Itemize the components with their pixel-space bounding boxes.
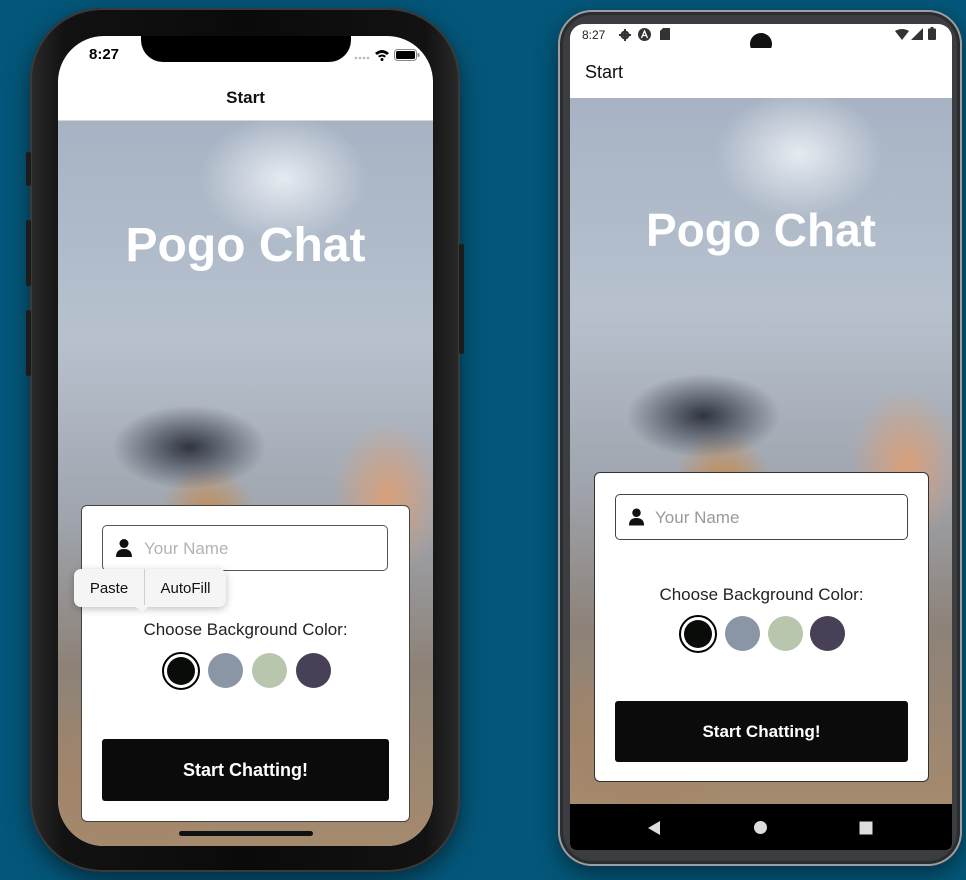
back-triangle-icon[interactable]	[647, 820, 661, 836]
ios-choose-color-label: Choose Background Color:	[143, 620, 348, 639]
android-color-swatch-purple[interactable]	[810, 616, 845, 651]
ios-app-title: Pogo Chat	[125, 219, 366, 272]
iphone-volume-up-button	[26, 220, 31, 286]
iphone-side-button	[26, 152, 31, 186]
ios-autofill-menu-item[interactable]: AutoFill	[145, 569, 226, 607]
android-color-swatch-black-fill	[684, 620, 712, 648]
android-start-form-card: Your Name Choose Background Color: Start…	[594, 472, 929, 782]
app-a-icon	[638, 28, 651, 41]
android-app-header: Start	[570, 48, 952, 98]
ios-status-time: 8:27	[89, 46, 120, 63]
wifi-icon	[375, 50, 389, 61]
ios-home-indicator[interactable]	[179, 831, 313, 836]
ios-background-photo: Pogo Chat Your Name Choose Background Co…	[58, 121, 433, 846]
android-app-title: Pogo Chat	[646, 204, 876, 256]
android-name-placeholder: Your Name	[655, 508, 740, 527]
ios-color-swatch-black[interactable]	[162, 652, 200, 690]
recents-square-icon[interactable]	[859, 821, 873, 835]
ios-status-bar: 8:27	[58, 36, 433, 80]
ios-color-swatch-gray[interactable]	[208, 653, 243, 688]
android-color-swatch-green[interactable]	[768, 616, 803, 651]
iphone-screen: 8:27 Start Pogo Chat Your Name Choose Ba…	[58, 36, 433, 846]
person-icon	[628, 508, 645, 526]
battery-icon	[394, 49, 420, 61]
ios-header-title: Start	[226, 88, 265, 107]
settings-gear-icon	[619, 29, 631, 41]
android-name-input[interactable]: Your Name	[615, 494, 908, 540]
android-start-chatting-button[interactable]: Start Chatting!	[615, 701, 908, 762]
sd-card-icon	[660, 28, 670, 40]
ios-name-placeholder: Your Name	[144, 539, 229, 558]
android-color-swatch-black[interactable]	[679, 615, 717, 653]
ios-color-swatch-green[interactable]	[252, 653, 287, 688]
wifi-icon	[895, 29, 909, 40]
ios-name-input[interactable]: Your Name	[102, 525, 388, 571]
android-navigation-bar	[570, 804, 952, 850]
ios-navigation-header: Start	[58, 80, 433, 121]
ios-color-swatch-black-fill	[167, 657, 195, 685]
cell-signal-icon	[911, 28, 923, 40]
android-header-title: Start	[585, 62, 624, 82]
person-icon	[116, 539, 132, 557]
android-choose-color-label: Choose Background Color:	[659, 585, 864, 604]
ios-color-swatch-purple[interactable]	[296, 653, 331, 688]
battery-icon	[928, 27, 936, 40]
android-status-bar: 8:27	[570, 24, 952, 55]
iphone-volume-down-button	[26, 310, 31, 376]
ios-notch	[141, 36, 351, 62]
ios-paste-menu-item[interactable]: Paste	[74, 569, 144, 607]
android-screen: 8:27 Start Pogo Chat Your Name Choose Ba…	[570, 24, 952, 850]
ios-edit-menu: Paste AutoFill	[74, 569, 226, 613]
home-circle-icon[interactable]	[753, 820, 768, 835]
ios-edit-menu-pointer	[134, 605, 150, 613]
ios-start-form-card: Your Name Choose Background Color: Start…	[81, 505, 410, 822]
signal-dots-icon	[354, 56, 370, 60]
iphone-power-button	[459, 244, 464, 354]
ios-start-chatting-button[interactable]: Start Chatting!	[102, 739, 389, 801]
android-color-swatch-gray[interactable]	[725, 616, 760, 651]
android-status-time: 8:27	[582, 28, 606, 42]
